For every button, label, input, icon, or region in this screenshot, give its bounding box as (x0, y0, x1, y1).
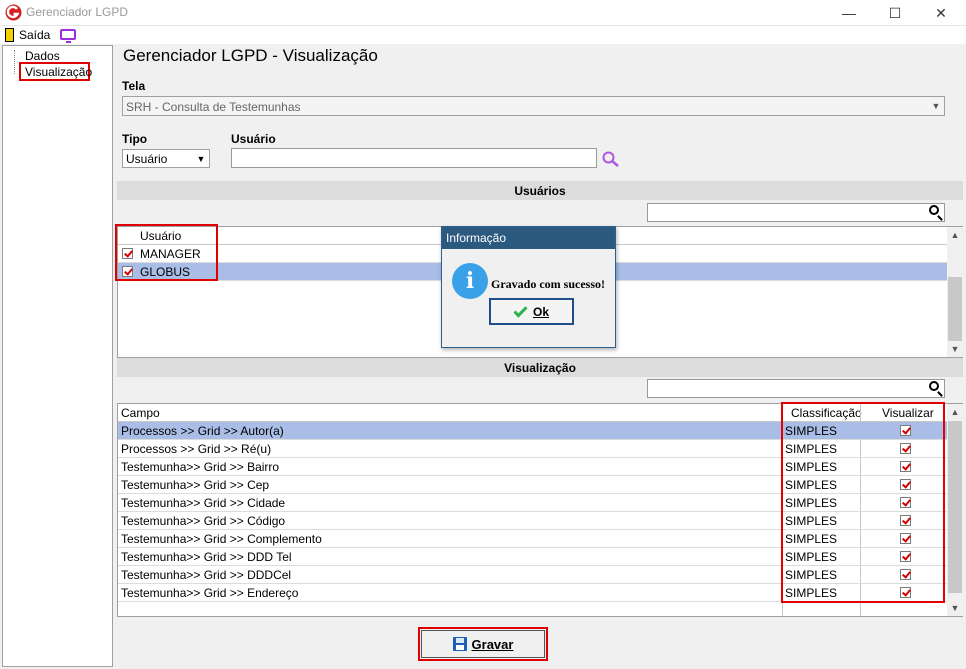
usuarios-section-header: Usuários (117, 181, 963, 200)
campo-cell: Processos >> Grid >> Ré(u) (121, 442, 272, 456)
chevron-down-icon[interactable]: ▼ (928, 97, 944, 115)
campo-cell: Testemunha>> Grid >> Bairro (121, 460, 280, 474)
tela-select[interactable]: SRH - Consulta de Testemunhas ▼ (122, 96, 945, 116)
usuario-label: Usuário (231, 132, 276, 146)
tipo-select-value: Usuário (126, 152, 168, 166)
tela-select-value: SRH - Consulta de Testemunhas (126, 100, 301, 114)
campo-cell: Testemunha>> Grid >> Código (121, 514, 286, 528)
campo-cell: Testemunha>> Grid >> DDD Tel (121, 550, 292, 564)
chevron-down-icon[interactable]: ▼ (193, 150, 209, 167)
campo-cell: Testemunha>> Grid >> Cidade (121, 496, 286, 510)
highlight-box (115, 224, 218, 281)
visualizacao-filter-input[interactable] (647, 379, 945, 398)
search-icon[interactable] (929, 205, 939, 215)
scroll-thumb[interactable] (948, 277, 962, 341)
ok-button-label: Ok (532, 304, 549, 319)
exit-button[interactable]: Saída (19, 28, 50, 42)
check-icon (513, 302, 528, 318)
column-header-campo: Campo (121, 406, 160, 420)
toolbar (0, 26, 966, 44)
minimize-button[interactable]: — (826, 0, 872, 26)
dialog-message: Gravado com sucesso! (491, 277, 605, 291)
tree-connector (14, 50, 15, 74)
floppy-disk-icon (452, 637, 467, 651)
campo-cell: Processos >> Grid >> Autor(a) (121, 424, 284, 438)
campo-cell: Testemunha>> Grid >> DDDCel (121, 568, 292, 582)
tipo-select[interactable]: Usuário ▼ (122, 149, 210, 168)
visualizacao-scrollbar[interactable]: ▲ ▼ (947, 404, 963, 616)
dialog-title: Informação (442, 227, 615, 249)
usuarios-scrollbar[interactable]: ▲ ▼ (947, 227, 963, 357)
tree-item-dados[interactable]: Dados (25, 49, 60, 63)
page-title: Gerenciador LGPD - Visualização (123, 46, 378, 65)
search-icon[interactable] (929, 381, 939, 391)
nav-tree (2, 45, 113, 667)
search-icon[interactable] (601, 150, 621, 168)
close-button[interactable]: ✕ (918, 0, 964, 26)
scroll-down-icon[interactable]: ▼ (947, 600, 963, 616)
tela-label: Tela (122, 79, 146, 93)
monitor-icon[interactable] (60, 29, 76, 43)
ok-button[interactable]: Ok (489, 298, 574, 325)
scroll-down-icon[interactable]: ▼ (947, 341, 963, 357)
app-logo-icon (5, 4, 22, 21)
visualizacao-section-header: Visualização (117, 358, 963, 377)
exit-door-icon[interactable] (5, 28, 14, 42)
save-button-label: Gravar (471, 636, 514, 652)
save-button[interactable]: Gravar (421, 630, 545, 658)
info-dialog: Informação i Gravado com sucesso! Ok (441, 226, 616, 348)
usuarios-filter-input[interactable] (647, 203, 945, 222)
scroll-up-icon[interactable]: ▲ (947, 404, 963, 420)
maximize-button[interactable]: ☐ (872, 0, 918, 26)
usuario-input[interactable] (231, 148, 597, 168)
tree-item-visualizacao[interactable]: Visualização (25, 65, 92, 79)
highlight-box (781, 402, 945, 603)
campo-cell: Testemunha>> Grid >> Complemento (121, 532, 322, 546)
window-title: Gerenciador LGPD (26, 5, 129, 19)
scroll-thumb[interactable] (948, 421, 962, 593)
tipo-label: Tipo (122, 132, 148, 146)
scroll-up-icon[interactable]: ▲ (947, 227, 963, 243)
window-titlebar (0, 0, 966, 26)
campo-cell: Testemunha>> Grid >> Cep (121, 478, 270, 492)
info-icon: i (452, 263, 488, 299)
campo-cell: Testemunha>> Grid >> Endereço (121, 586, 299, 600)
